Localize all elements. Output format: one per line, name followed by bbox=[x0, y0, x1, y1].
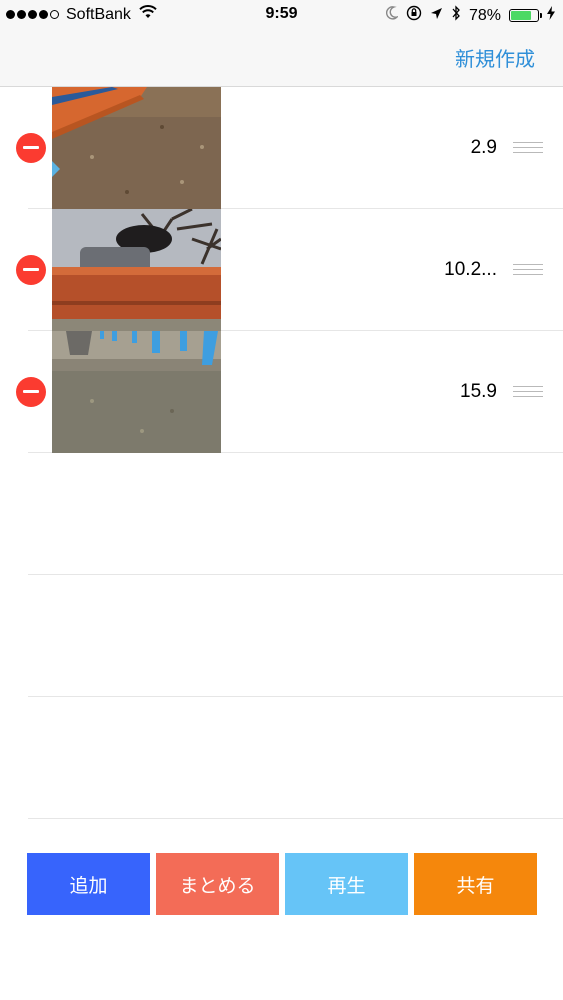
battery-tip bbox=[540, 13, 542, 18]
clip-duration: 2.9 bbox=[470, 137, 497, 158]
charging-bolt-icon bbox=[547, 6, 555, 25]
battery-percent: 78% bbox=[468, 6, 501, 24]
clip-thumbnail bbox=[52, 331, 221, 453]
clip-thumbnail bbox=[52, 209, 221, 331]
clip-thumbnail bbox=[52, 87, 221, 209]
bottom-toolbar: 追加 まとめる 再生 共有 bbox=[27, 853, 537, 915]
clip-list: 2.9 10.2... 15.9 bbox=[0, 87, 563, 819]
clip-duration: 15.9 bbox=[460, 381, 497, 402]
reorder-handle-icon[interactable] bbox=[513, 386, 543, 398]
battery-icon bbox=[509, 9, 542, 22]
moon-icon bbox=[385, 6, 400, 25]
delete-button[interactable] bbox=[16, 133, 46, 163]
screen: SoftBank 9:59 78% 新規作成 2.9 10.2... 15.9 … bbox=[0, 0, 563, 1000]
clip-row[interactable]: 2.9 bbox=[16, 87, 563, 209]
empty-row bbox=[28, 453, 563, 575]
status-right: 78% bbox=[385, 5, 555, 26]
delete-button[interactable] bbox=[16, 377, 46, 407]
merge-button[interactable]: まとめる bbox=[156, 853, 279, 915]
status-bar: SoftBank 9:59 78% bbox=[0, 0, 563, 30]
add-button[interactable]: 追加 bbox=[27, 853, 150, 915]
battery-fill bbox=[511, 11, 531, 20]
empty-row bbox=[28, 575, 563, 697]
bluetooth-icon bbox=[451, 5, 461, 26]
play-button[interactable]: 再生 bbox=[285, 853, 408, 915]
clip-duration: 10.2... bbox=[444, 259, 497, 280]
clip-row[interactable]: 15.9 bbox=[16, 331, 563, 453]
orientation-lock-icon bbox=[406, 5, 422, 26]
location-arrow-icon bbox=[430, 7, 443, 25]
reorder-handle-icon[interactable] bbox=[513, 142, 543, 154]
share-button[interactable]: 共有 bbox=[414, 853, 537, 915]
empty-row bbox=[28, 697, 563, 819]
new-project-button[interactable]: 新規作成 bbox=[455, 43, 535, 72]
navigation-bar: 新規作成 bbox=[0, 30, 563, 87]
reorder-handle-icon[interactable] bbox=[513, 264, 543, 276]
delete-button[interactable] bbox=[16, 255, 46, 285]
clip-row[interactable]: 10.2... bbox=[16, 209, 563, 331]
